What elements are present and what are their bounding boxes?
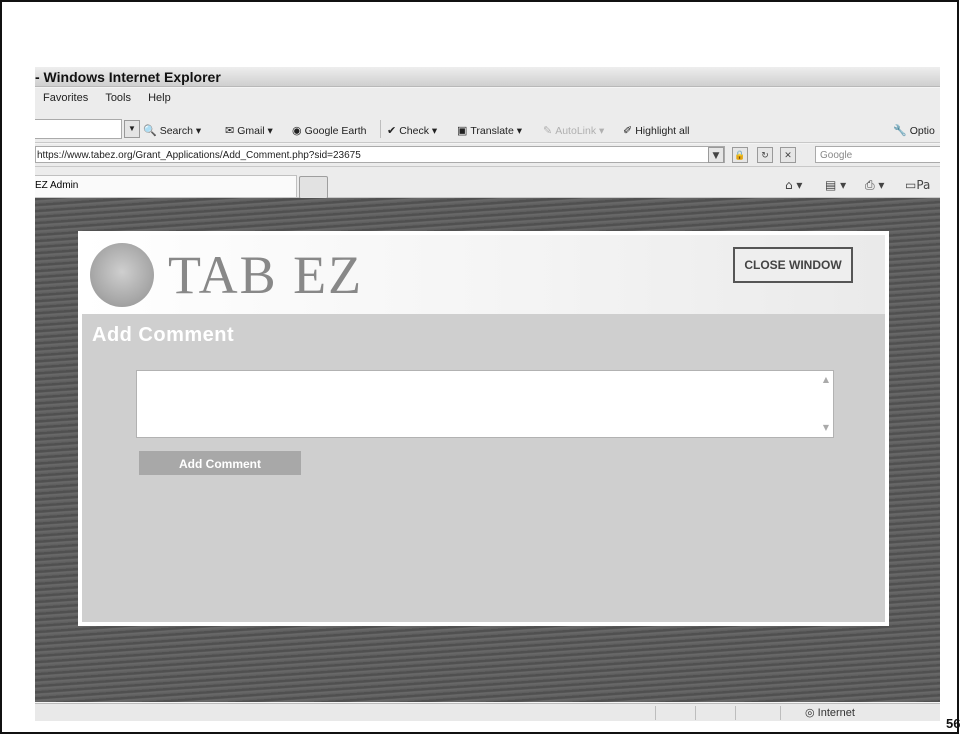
toolbar-google-earth-button[interactable]: ◉ Google Earth	[292, 124, 366, 137]
menu-tools[interactable]: Tools	[105, 92, 131, 104]
tree-logo-icon	[90, 243, 154, 307]
menu-bar: Favorites Tools Help	[35, 88, 940, 108]
globe-icon: ◎	[805, 707, 815, 719]
scroll-down-icon[interactable]: ▼	[820, 422, 832, 434]
close-window-button[interactable]: CLOSE WINDOW	[733, 247, 853, 283]
browser-window: - Windows Internet Explorer Favorites To…	[35, 67, 940, 721]
highlighter-icon: ✐	[623, 125, 633, 137]
scroll-up-icon[interactable]: ▲	[820, 374, 832, 386]
toolbar-highlight-button[interactable]: ✐ Highlight all	[623, 124, 690, 137]
toolbar-translate-label: Translate	[470, 125, 514, 137]
print-icon[interactable]: ⎙ ▾	[865, 178, 884, 193]
toolbar-search-button[interactable]: 🔍 Search ▾	[143, 124, 201, 137]
search-icon: 🔍	[143, 125, 157, 137]
toolbar-autolink-label: AutoLink	[555, 125, 597, 137]
google-toolbar: ▼ 🔍 Search ▾ ✉ Gmail ▾ ◉ Google Earth ✔ Chec…	[35, 108, 940, 143]
autolink-icon: ✎	[543, 125, 553, 137]
toolbar-translate-button[interactable]: ▣ Translate ▾	[457, 124, 522, 137]
home-icon[interactable]: ⌂ ▾	[785, 178, 802, 192]
toolbar-search-label: Search	[159, 125, 193, 137]
toolbar-gmail-label: Gmail	[237, 125, 265, 137]
popup-header: TAB EZ CLOSE WINDOW	[82, 235, 885, 314]
slide-page-number: 56	[946, 716, 961, 731]
toolbar-options-button[interactable]: 🔧 Optio	[893, 124, 935, 137]
menu-favorites[interactable]: Favorites	[43, 92, 88, 104]
page-menu-label: Pa	[916, 178, 931, 192]
security-zone: ◎ Internet	[805, 706, 855, 720]
status-divider	[695, 706, 696, 720]
toolbar-dropdown-button[interactable]: ▼	[124, 120, 140, 138]
page-content: TAB EZ CLOSE WINDOW Add Comment ▲ ▼ Add …	[35, 198, 940, 702]
tab-bar: EZ Admin ⌂ ▾ ▤ ▾ ⎙ ▾ ▭Pa	[35, 167, 940, 199]
menu-help[interactable]: Help	[148, 92, 171, 104]
tab-ez-admin[interactable]: EZ Admin	[35, 175, 297, 197]
page-menu-button[interactable]: ▭Pa	[905, 178, 930, 192]
status-divider	[735, 706, 736, 720]
globe-icon: ◉	[292, 125, 302, 137]
site-logo-text: TAB EZ	[168, 245, 364, 305]
spellcheck-icon: ✔	[387, 125, 397, 137]
search-input[interactable]: Google	[815, 146, 940, 163]
address-dropdown-button[interactable]: ▼	[708, 147, 724, 163]
page-title: Add Comment	[92, 324, 235, 346]
url-field[interactable]: https://www.tabez.org/Grant_Applications…	[35, 146, 725, 163]
status-divider	[655, 706, 656, 720]
feeds-icon[interactable]: ▤ ▾	[825, 178, 846, 192]
slide-frame: - Windows Internet Explorer Favorites To…	[0, 0, 959, 734]
toolbar-google-earth-label: Google Earth	[304, 125, 367, 137]
status-bar: ◎ Internet	[35, 703, 940, 721]
toolbar-separator	[380, 120, 381, 138]
comment-textarea[interactable]	[136, 370, 834, 438]
new-tab-button[interactable]	[299, 176, 328, 199]
stop-icon[interactable]: ✕	[780, 147, 796, 163]
page-icon: ▭	[905, 178, 917, 192]
address-bar: https://www.tabez.org/Grant_Applications…	[35, 144, 940, 167]
wrench-icon: 🔧	[893, 125, 907, 137]
toolbar-search-box[interactable]	[35, 119, 122, 139]
popup-body: Add Comment ▲ ▼ Add Comment	[82, 314, 885, 622]
status-divider	[780, 706, 781, 720]
toolbar-autolink-button[interactable]: ✎ AutoLink ▾	[543, 124, 604, 137]
translate-icon: ▣	[457, 125, 468, 137]
refresh-icon[interactable]: ↻	[757, 147, 773, 163]
add-comment-button[interactable]: Add Comment	[139, 451, 301, 475]
security-zone-label: Internet	[817, 707, 855, 719]
comment-popup: TAB EZ CLOSE WINDOW Add Comment ▲ ▼ Add …	[78, 231, 889, 626]
toolbar-options-label: Optio	[909, 125, 935, 137]
window-title: - Windows Internet Explorer	[35, 67, 940, 87]
toolbar-gmail-button[interactable]: ✉ Gmail ▾	[225, 124, 273, 137]
toolbar-check-label: Check	[399, 125, 429, 137]
lock-icon[interactable]: 🔒	[732, 147, 748, 163]
gmail-icon: ✉	[225, 125, 235, 137]
toolbar-highlight-label: Highlight all	[635, 125, 690, 137]
toolbar-check-button[interactable]: ✔ Check ▾	[387, 124, 437, 137]
